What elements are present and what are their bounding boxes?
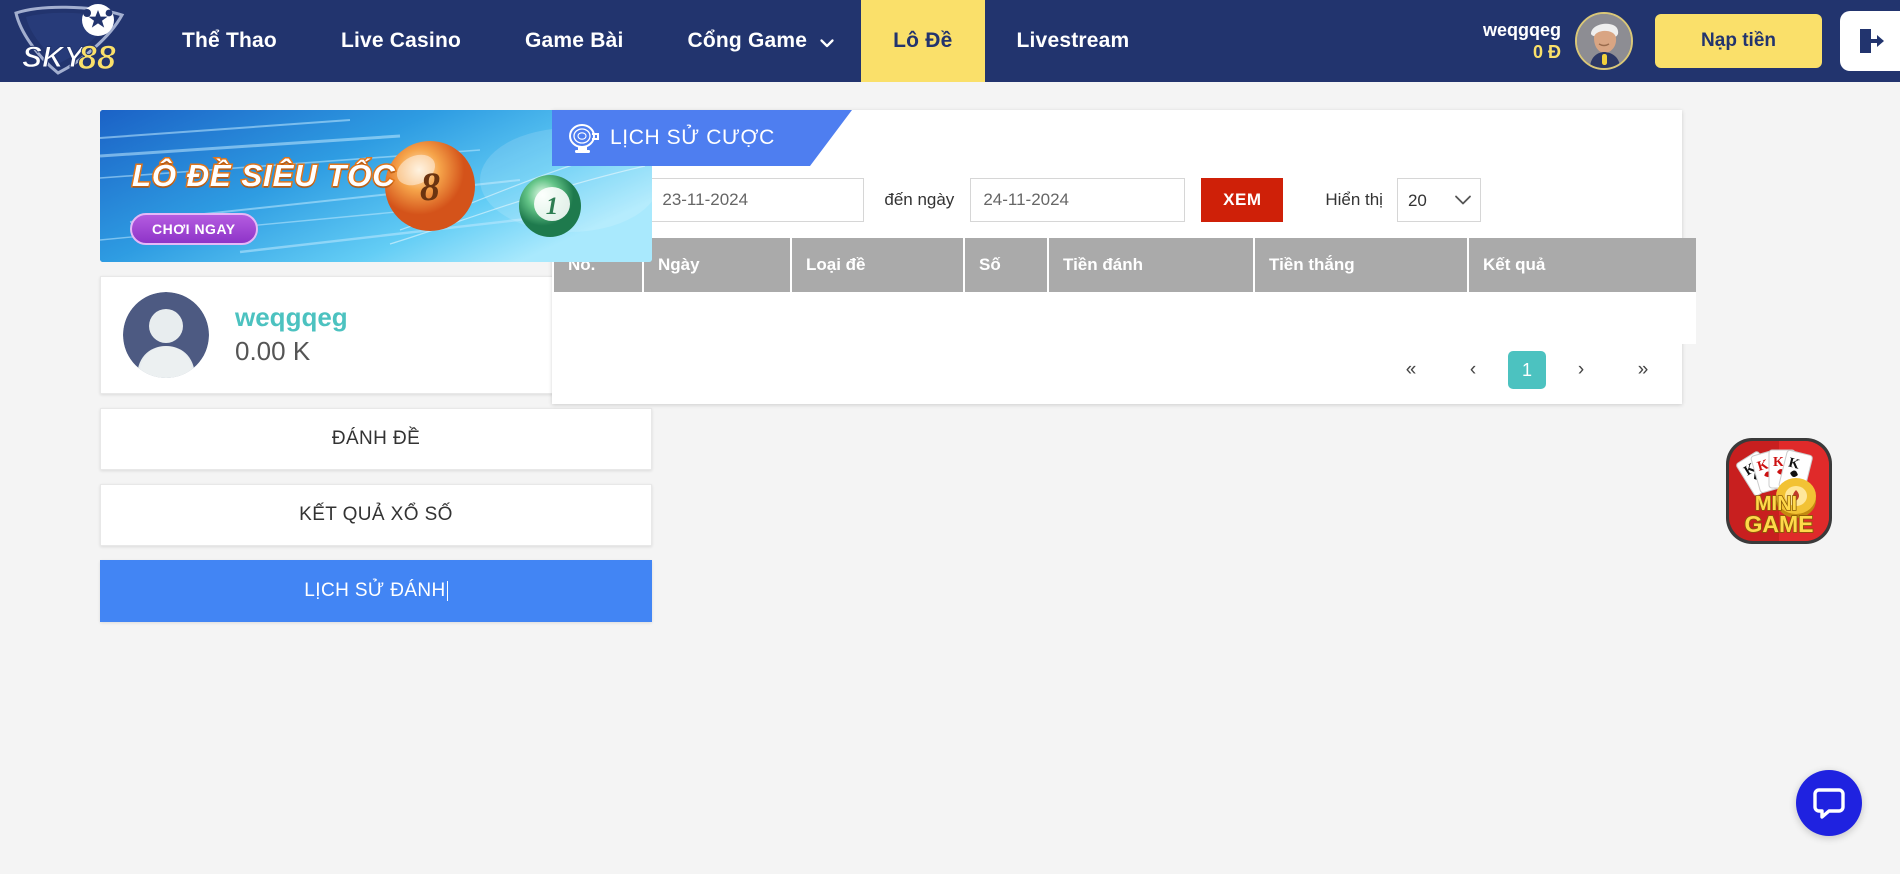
nav-label: Cổng Game <box>688 29 808 53</box>
minigame-widget[interactable]: K K K K MINI GAME <box>1720 432 1838 550</box>
pagination-next-button[interactable]: › <box>1560 350 1602 390</box>
sidebar-item-label: LỊCH SỬ ĐÁNH <box>304 580 445 602</box>
pagination-prev-button[interactable]: ‹ <box>1452 350 1494 390</box>
top-navigation-bar: SKY 88 Thể Thao Live Casino Game Bài Cổn… <box>0 0 1900 82</box>
search-button[interactable]: XEM <box>1201 178 1283 222</box>
user-name: weqgqeg <box>235 301 348 334</box>
logout-icon <box>1854 25 1886 57</box>
card-header: LỊCH SỬ CƯỢC <box>552 110 1682 166</box>
page-size-label: Hiển thị <box>1325 190 1383 210</box>
svg-text:1: 1 <box>546 193 559 220</box>
table-empty-row <box>554 292 1696 344</box>
nav-menu: Thể Thao Live Casino Game Bài Cổng Game … <box>150 0 1161 82</box>
sidebar-item-label: ĐÁNH ĐỀ <box>332 428 420 450</box>
filter-bar: Từ ngày đến ngày XEM Hiển thị 20 50 100 <box>552 166 1682 238</box>
col-ngay: Ngày <box>644 238 790 292</box>
minigame-label-2: GAME <box>1745 511 1814 537</box>
card-title: LỊCH SỬ CƯỢC <box>610 126 775 150</box>
page-body: 8 1 LÔ ĐỀ SIÊU TỐC CHƠI NGAY weqgqeg 0.0… <box>0 82 1900 874</box>
col-ket-qua: Kết quả <box>1469 238 1696 292</box>
table-body <box>554 292 1696 344</box>
bet-history-card: LỊCH SỬ CƯỢC Từ ngày đến ngày XEM Hiển t… <box>552 110 1682 404</box>
sidebar-item-label: KẾT QUẢ XỔ SỐ <box>299 504 453 526</box>
svg-text:88: 88 <box>78 39 116 77</box>
to-date-label: đến ngày <box>884 190 954 210</box>
pagination-last-button[interactable]: » <box>1622 350 1664 390</box>
user-balance: 0.00 K <box>235 335 348 369</box>
svg-text:SKY: SKY <box>22 41 87 74</box>
sky88-logo-icon: SKY 88 <box>10 3 140 79</box>
col-tien-danh: Tiền đánh <box>1049 238 1253 292</box>
avatar-image <box>1577 14 1631 68</box>
logout-button[interactable] <box>1840 11 1900 71</box>
history-clock-icon <box>566 121 600 155</box>
account-username: weqgqeg <box>1483 19 1561 42</box>
sidebar: 8 1 LÔ ĐỀ SIÊU TỐC CHƠI NGAY weqgqeg 0.0… <box>0 110 552 874</box>
page-size-select-wrap: 20 50 100 <box>1397 178 1481 222</box>
text-caret <box>447 581 448 601</box>
nav-label: Live Casino <box>341 29 461 53</box>
live-chat-button[interactable] <box>1796 770 1862 836</box>
avatar[interactable] <box>1575 12 1633 70</box>
nav-item-livestream[interactable]: Livestream <box>985 0 1162 82</box>
nav-item-lo-de[interactable]: Lô Đề <box>861 0 984 82</box>
nav-label: Game Bài <box>525 29 623 53</box>
account-area: weqgqeg 0 Đ Nạp tiền <box>1483 0 1900 82</box>
col-loai-de: Loại đề <box>792 238 963 292</box>
pagination-first-button[interactable]: « <box>1390 350 1432 390</box>
pagination: « ‹ 1 › » <box>552 344 1682 404</box>
main-content: LỊCH SỬ CƯỢC Từ ngày đến ngày XEM Hiển t… <box>552 110 1900 874</box>
nav-label: Lô Đề <box>893 29 952 53</box>
chevron-down-icon <box>819 33 835 49</box>
table-header-row: No. Ngày Loại đề Số Tiền đánh Tiền thắng… <box>554 238 1696 292</box>
card-header-ribbon: LỊCH SỬ CƯỢC <box>552 110 852 166</box>
from-date-input[interactable] <box>649 178 864 222</box>
user-placeholder-icon <box>123 292 209 378</box>
nav-label: Thể Thao <box>182 29 277 53</box>
table-head: No. Ngày Loại đề Số Tiền đánh Tiền thắng… <box>554 238 1696 292</box>
nav-item-the-thao[interactable]: Thể Thao <box>150 0 309 82</box>
nav-item-cong-game[interactable]: Cổng Game <box>656 0 862 82</box>
col-so: Số <box>965 238 1047 292</box>
col-tien-thang: Tiền thắng <box>1255 238 1467 292</box>
nav-item-live-casino[interactable]: Live Casino <box>309 0 493 82</box>
minigame-icon: K K K K MINI GAME <box>1720 432 1838 550</box>
brand-logo[interactable]: SKY 88 <box>0 0 150 82</box>
banner-cta-button[interactable]: CHƠI NGAY <box>130 213 258 245</box>
nav-item-game-bai[interactable]: Game Bài <box>493 0 655 82</box>
to-date-input[interactable] <box>970 178 1185 222</box>
deposit-button[interactable]: Nạp tiền <box>1655 14 1822 68</box>
account-balance: 0 Đ <box>1483 41 1561 64</box>
user-avatar <box>123 292 209 378</box>
page-size-select[interactable]: 20 50 100 <box>1397 178 1481 222</box>
user-meta: weqgqeg 0.00 K <box>235 301 348 369</box>
chat-bubble-icon <box>1812 786 1846 820</box>
pagination-page-1[interactable]: 1 <box>1508 351 1546 389</box>
svg-text:K: K <box>1773 455 1784 470</box>
nav-label: Livestream <box>1017 29 1130 53</box>
banner-title: LÔ ĐỀ SIÊU TỐC <box>132 158 396 194</box>
svg-text:8: 8 <box>420 164 440 209</box>
bet-history-table: No. Ngày Loại đề Số Tiền đánh Tiền thắng… <box>552 238 1698 344</box>
account-info[interactable]: weqgqeg 0 Đ <box>1483 19 1561 64</box>
